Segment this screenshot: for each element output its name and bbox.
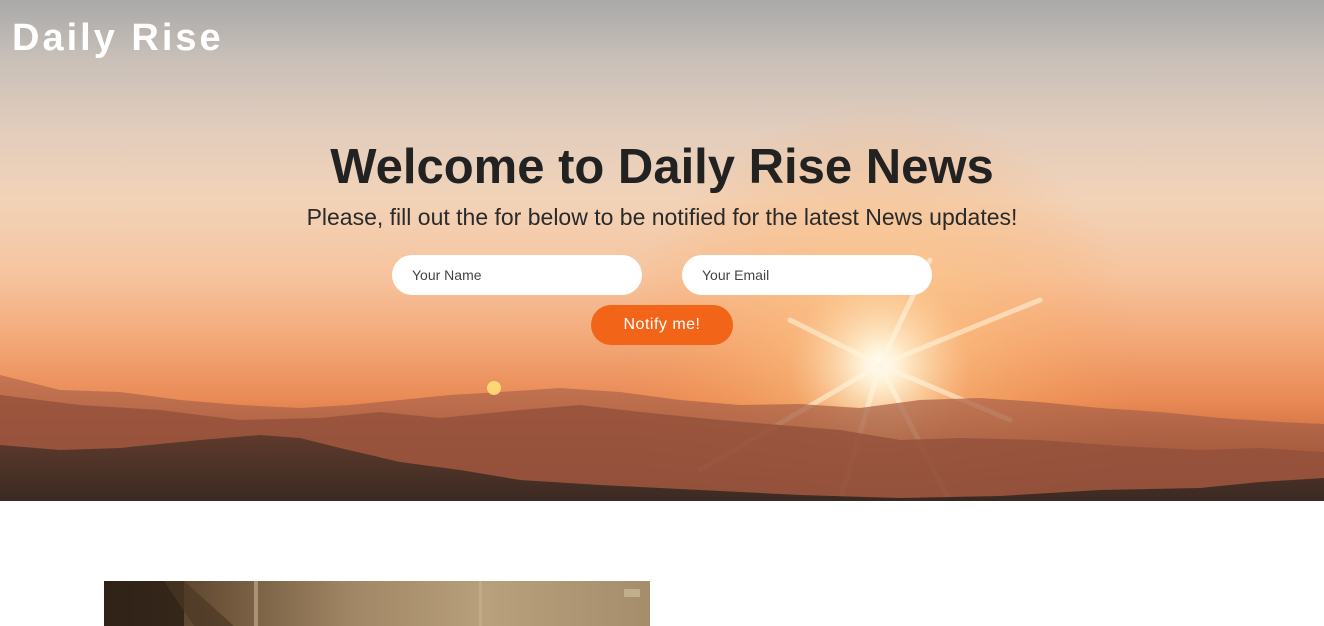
signup-panel: Welcome to Daily Rise News Please, fill … <box>0 138 1324 345</box>
hero-section: Daily Rise Welcome to Daily Rise News Pl… <box>0 0 1324 501</box>
email-field[interactable] <box>682 255 932 295</box>
article-thumbnail-image <box>104 581 650 626</box>
brand-logo[interactable]: Daily Rise <box>12 16 224 60</box>
page-title: Welcome to Daily Rise News <box>330 140 994 194</box>
name-field[interactable] <box>392 255 642 295</box>
signup-form <box>0 255 1324 295</box>
article-photo <box>104 581 640 626</box>
notify-button[interactable]: Notify me! <box>591 305 733 345</box>
page-subtitle: Please, fill out the for below to be not… <box>306 204 1018 230</box>
